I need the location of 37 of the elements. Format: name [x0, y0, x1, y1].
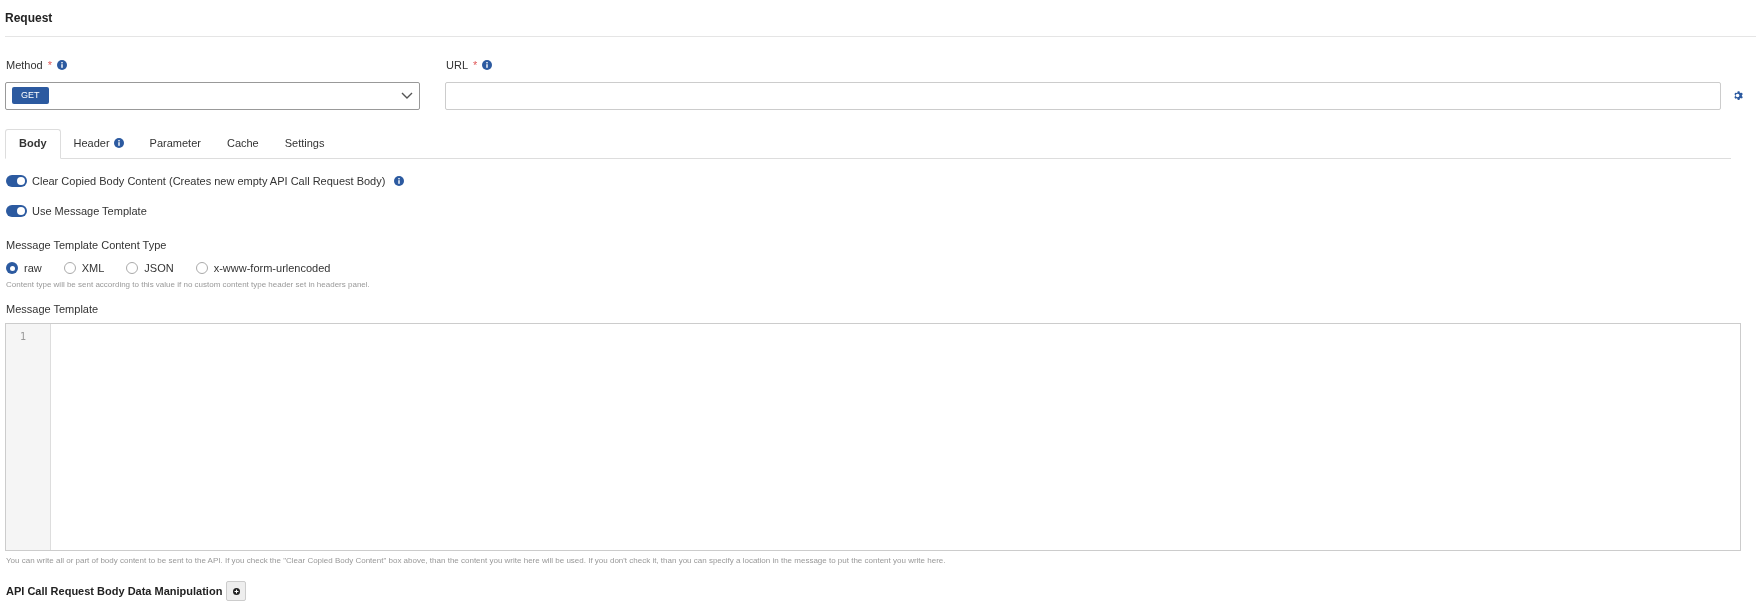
url-label: URL — [446, 58, 468, 73]
section-title: Request — [5, 11, 53, 25]
info-icon — [57, 60, 67, 71]
radio-label: x-www-form-urlencoded — [213, 261, 331, 276]
required-mark: * — [473, 58, 478, 73]
info-icon — [482, 60, 493, 71]
toggle-label: Clear Copied Body Content (Creates new empty API Call Request Body) — [32, 173, 386, 189]
hint-text: Content type will be sent according to this value if no custom content type header set in headers panel. — [6, 279, 370, 289]
toggle-switch[interactable] — [6, 205, 27, 218]
url-field[interactable] — [445, 81, 1721, 110]
section-heading: API Call Request Body Data Manipulation — [6, 583, 223, 599]
template-label: Message Template — [6, 302, 99, 315]
tab[interactable]: Body — [5, 128, 61, 159]
radio-button[interactable] — [6, 262, 18, 275]
chevron-down-icon — [401, 91, 413, 100]
radio-label: XML — [81, 261, 105, 276]
toggle-label: Use Message Template — [32, 204, 147, 219]
toggle-switch[interactable] — [6, 174, 27, 187]
add-button[interactable] — [226, 581, 247, 601]
line-number: 1 — [20, 330, 26, 344]
required-mark: * — [47, 58, 52, 73]
method-badge: GET — [12, 86, 49, 105]
settings-icon[interactable] — [1733, 90, 1744, 101]
radio-label: raw — [24, 261, 42, 276]
plus-circle-icon — [232, 587, 240, 595]
radio-button[interactable] — [195, 262, 208, 275]
tab[interactable]: Cache — [213, 128, 272, 158]
radio-button[interactable] — [126, 262, 139, 275]
radio-button[interactable] — [63, 262, 76, 275]
method-label: Method — [6, 58, 43, 73]
hint-text: You can write all or part of body content to be sent to the API. If you check the "Clear Copied Body Content" box above, than the content you write here will be used. If you don't check it, than you can specify a location in the message to put the content you write here. — [6, 556, 946, 565]
tab[interactable]: Parameter — [136, 128, 214, 158]
tab[interactable]: Settings — [271, 128, 338, 158]
method-select[interactable]: GET — [5, 81, 420, 110]
radio-label: JSON — [144, 261, 174, 276]
content-type-label: Message Template Content Type — [6, 238, 167, 251]
tab[interactable]: Header — [60, 128, 137, 158]
